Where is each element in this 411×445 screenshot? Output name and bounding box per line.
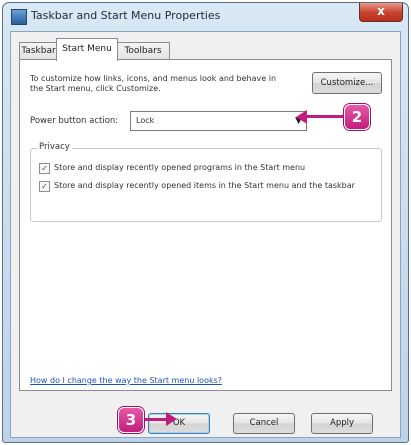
apply-button[interactable]: Apply <box>311 413 373 434</box>
checkbox-recent-items[interactable]: ✓ <box>39 181 50 192</box>
start-menu-panel: To customize how links, icons, and menus… <box>19 59 392 391</box>
power-button-select[interactable]: Lock ▼ <box>130 111 307 131</box>
callout-arrow <box>144 418 168 421</box>
power-button-value: Lock <box>136 116 155 125</box>
callout-arrowhead <box>166 412 177 426</box>
checkbox-label: Store and display recently opened progra… <box>54 163 306 172</box>
checkbox-label: Store and display recently opened items … <box>54 181 355 190</box>
help-link[interactable]: How do I change the way the Start menu l… <box>30 376 222 385</box>
privacy-group: Privacy ✓ Store and display recently ope… <box>30 142 382 222</box>
ok-button[interactable]: OK <box>148 413 210 434</box>
tab-taskbar[interactable]: Taskbar <box>19 42 58 60</box>
callout-arrow <box>306 115 346 118</box>
power-button-label: Power button action: <box>30 116 119 126</box>
tab-start-menu[interactable]: Start Menu <box>56 38 118 61</box>
step-2-badge: 2 <box>344 104 370 130</box>
privacy-label: Privacy <box>37 142 72 152</box>
step-3-badge: 3 <box>118 407 144 433</box>
title-bar[interactable]: Taskbar and Start Menu Properties x <box>3 3 408 29</box>
cancel-button[interactable]: Cancel <box>233 413 295 434</box>
app-icon <box>11 9 27 25</box>
window-title: Taskbar and Start Menu Properties <box>31 9 221 22</box>
dialog-window: Taskbar and Start Menu Properties x Task… <box>2 2 409 443</box>
customize-description: To customize how links, icons, and menus… <box>30 74 277 93</box>
close-button[interactable]: x <box>359 3 403 22</box>
checkbox-recent-programs[interactable]: ✓ <box>39 163 50 174</box>
dialog-client: Taskbar Start Menu Toolbars To customize… <box>10 31 401 438</box>
tab-toolbars[interactable]: Toolbars <box>116 42 170 60</box>
customize-button[interactable]: Customize... <box>312 72 382 94</box>
